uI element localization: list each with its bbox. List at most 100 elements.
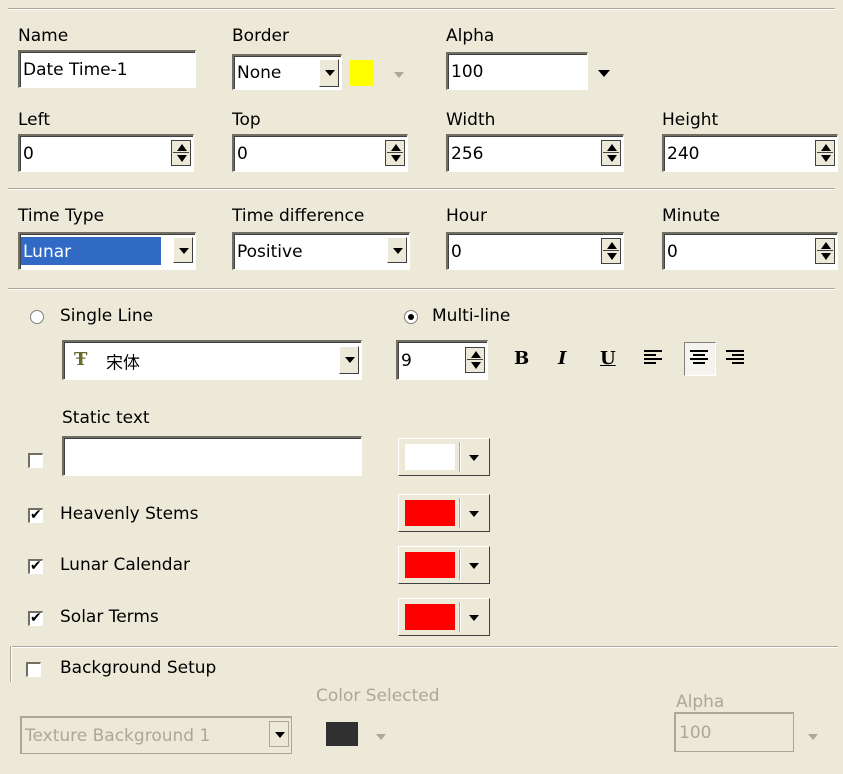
border-color-dropdown-icon[interactable]	[394, 72, 404, 78]
border-color-swatch[interactable]	[350, 60, 374, 86]
time-difference-select[interactable]: Positive	[232, 232, 410, 270]
heavenly-stems-label: Heavenly Stems	[60, 504, 199, 524]
time-difference-label: Time difference	[232, 206, 365, 226]
static-text-checkbox[interactable]	[28, 453, 43, 468]
solar-terms-label: Solar Terms	[60, 607, 159, 627]
chevron-down-icon	[469, 563, 479, 569]
heavenly-stems-color-button[interactable]	[398, 494, 490, 532]
font-name: 宋体	[106, 353, 140, 373]
height-value: 240	[667, 143, 700, 164]
left-stepper[interactable]: 0	[18, 134, 194, 172]
background-setup-checkbox[interactable]	[26, 662, 41, 677]
minute-value: 0	[667, 241, 678, 262]
time-type-dropdown-button[interactable]	[173, 237, 193, 263]
top-label: Top	[232, 110, 261, 130]
texture-dropdown-button[interactable]	[269, 721, 289, 747]
align-right-icon[interactable]	[726, 350, 744, 366]
multi-line-label: Multi-line	[432, 306, 511, 326]
font-size-value: 9	[401, 350, 412, 371]
time-type-label: Time Type	[18, 206, 105, 226]
width-label: Width	[446, 110, 496, 130]
background-alpha-dropdown-icon[interactable]	[808, 734, 818, 740]
top-separator	[8, 8, 835, 10]
background-color-swatch[interactable]	[326, 722, 358, 746]
height-spin-button[interactable]	[815, 140, 835, 166]
left-value: 0	[23, 143, 34, 164]
background-alpha-value: 100	[679, 722, 712, 743]
chevron-down-icon	[469, 455, 479, 461]
border-select[interactable]: None	[232, 54, 342, 90]
chevron-down-icon	[469, 615, 479, 621]
static-text-input[interactable]	[62, 436, 362, 476]
hour-label: Hour	[446, 206, 487, 226]
time-type-value: Lunar	[23, 241, 72, 262]
hour-value: 0	[451, 241, 462, 262]
lunar-calendar-color-button[interactable]	[398, 546, 490, 584]
solar-terms-color-button[interactable]	[398, 598, 490, 636]
border-label: Border	[232, 26, 289, 46]
font-select[interactable]: Ŧ 宋体	[62, 340, 362, 380]
single-line-label: Single Line	[60, 306, 154, 326]
italic-button[interactable]: I	[558, 348, 566, 369]
minute-stepper[interactable]: 0	[662, 232, 838, 270]
top-stepper[interactable]: 0	[232, 134, 408, 172]
background-group-line	[10, 646, 838, 648]
color-selected-label: Color Selected	[316, 686, 440, 706]
time-difference-value: Positive	[237, 241, 303, 262]
top-spin-button[interactable]	[385, 140, 405, 166]
multi-line-radio[interactable]	[404, 310, 418, 324]
single-line-radio[interactable]	[30, 310, 44, 324]
align-left-icon[interactable]	[644, 350, 662, 366]
minute-spin-button[interactable]	[815, 238, 835, 264]
border-dropdown-button[interactable]	[319, 59, 339, 87]
name-value: Date Time-1	[23, 59, 128, 80]
bold-button[interactable]: B	[514, 348, 529, 369]
chevron-down-icon	[469, 511, 479, 517]
font-dropdown-button[interactable]	[339, 346, 359, 374]
width-spin-button[interactable]	[601, 140, 621, 166]
width-value: 256	[451, 143, 484, 164]
time-difference-dropdown-button[interactable]	[387, 237, 407, 263]
name-label: Name	[18, 26, 69, 46]
align-center-icon	[690, 350, 708, 366]
alpha-dropdown-icon[interactable]	[598, 70, 610, 77]
static-text-color-swatch	[405, 444, 455, 470]
width-stepper[interactable]: 256	[446, 134, 624, 172]
font-size-spin-button[interactable]	[465, 347, 485, 373]
separator-2	[8, 288, 835, 290]
heavenly-stems-color-swatch	[405, 500, 455, 526]
solar-terms-checkbox[interactable]	[28, 609, 43, 627]
background-color-dropdown-icon[interactable]	[376, 734, 386, 740]
height-label: Height	[662, 110, 719, 130]
alpha-input[interactable]: 100	[446, 52, 588, 90]
minute-label: Minute	[662, 206, 721, 226]
background-alpha-input[interactable]: 100	[674, 712, 794, 752]
lunar-calendar-label: Lunar Calendar	[60, 555, 190, 575]
background-setup-label: Background Setup	[60, 658, 217, 678]
truetype-font-icon: Ŧ	[74, 349, 88, 370]
hour-spin-button[interactable]	[601, 238, 621, 264]
static-text-label: Static text	[62, 408, 150, 428]
hour-stepper[interactable]: 0	[446, 232, 624, 270]
background-group-left-line	[10, 646, 12, 682]
font-size-stepper[interactable]: 9	[396, 340, 488, 380]
separator-1	[8, 188, 835, 190]
lunar-calendar-checkbox[interactable]	[28, 557, 43, 575]
left-spin-button[interactable]	[171, 140, 191, 166]
alpha-label: Alpha	[446, 26, 495, 46]
lunar-calendar-color-swatch	[405, 552, 455, 578]
left-label: Left	[18, 110, 50, 130]
static-text-color-button[interactable]	[398, 438, 490, 476]
top-value: 0	[237, 143, 248, 164]
texture-select[interactable]: Texture Background 1	[20, 716, 292, 754]
heavenly-stems-checkbox[interactable]	[28, 506, 43, 524]
time-type-select[interactable]: Lunar	[18, 232, 196, 270]
alpha-value: 100	[451, 61, 484, 82]
height-stepper[interactable]: 240	[662, 134, 838, 172]
texture-value: Texture Background 1	[25, 725, 211, 746]
solar-terms-color-swatch	[405, 604, 455, 630]
name-input[interactable]: Date Time-1	[18, 50, 196, 88]
background-alpha-label: Alpha	[676, 692, 725, 712]
underline-button[interactable]: U	[600, 348, 616, 369]
border-value: None	[237, 62, 282, 83]
